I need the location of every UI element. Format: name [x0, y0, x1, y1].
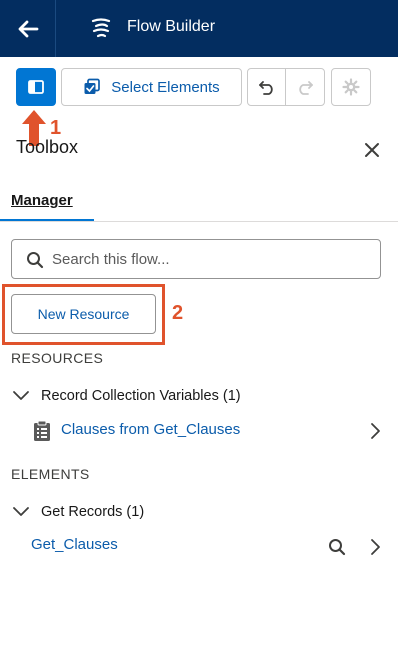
chevron-down-icon: [13, 391, 29, 400]
undo-button[interactable]: [247, 68, 286, 106]
element-item-get-clauses[interactable]: Get_Clauses: [0, 533, 398, 561]
resource-group-record-collection-variables[interactable]: Record Collection Variables (1): [11, 383, 391, 409]
chevron-right-icon[interactable]: [366, 537, 384, 557]
select-elements-label: Select Elements: [111, 78, 220, 96]
gear-icon: [342, 78, 360, 96]
toolbox-title: Toolbox: [16, 137, 79, 157]
annotation-highlight-box: [2, 284, 165, 345]
search-icon[interactable]: [328, 538, 346, 556]
tab-manager[interactable]: Manager: [0, 190, 94, 222]
header-divider: [55, 0, 56, 57]
back-button[interactable]: [0, 0, 55, 57]
flow-logo-icon: [91, 18, 111, 38]
undo-icon: [258, 81, 273, 95]
resources-heading: RESOURCES: [11, 350, 104, 366]
elements-heading: ELEMENTS: [11, 466, 90, 482]
tab-divider: [0, 221, 398, 222]
panel-toggle-icon: [28, 80, 44, 94]
search-icon: [27, 252, 44, 269]
search-input[interactable]: [52, 241, 372, 277]
clipboard-icon: [34, 420, 50, 441]
redo-button[interactable]: [285, 68, 325, 106]
element-group-get-records[interactable]: Get Records (1): [11, 499, 391, 525]
annotation-marker-2: 2: [172, 302, 184, 324]
element-group-label: Get Records (1): [41, 504, 145, 520]
select-elements-icon: [84, 78, 101, 94]
toggle-toolbox-button[interactable]: [16, 68, 56, 106]
resource-group-label: Record Collection Variables (1): [41, 388, 241, 404]
search-box[interactable]: [11, 239, 381, 279]
element-item-label[interactable]: Get_Clauses: [31, 536, 118, 553]
app-header: Flow Builder: [0, 0, 398, 57]
arrow-left-icon: [18, 20, 38, 37]
resource-item-label[interactable]: Clauses from Get_Clauses: [61, 421, 240, 438]
tab-manager-label: Manager: [11, 192, 73, 209]
app-title: Flow Builder: [127, 18, 216, 35]
settings-button[interactable]: [331, 68, 371, 106]
redo-icon: [299, 81, 313, 95]
close-icon[interactable]: [362, 140, 382, 160]
chevron-right-icon[interactable]: [366, 421, 384, 441]
chevron-down-icon: [13, 507, 29, 516]
resource-item-clauses[interactable]: Clauses from Get_Clauses: [0, 417, 398, 445]
select-elements-button[interactable]: Select Elements: [61, 68, 242, 106]
